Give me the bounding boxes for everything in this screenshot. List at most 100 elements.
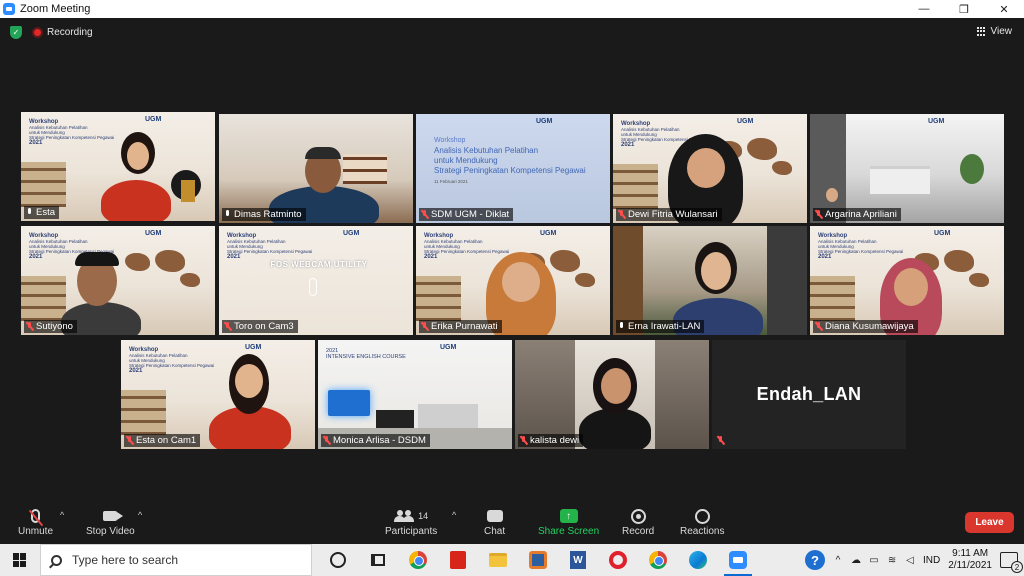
- acrobat-taskbar-app[interactable]: [438, 544, 478, 576]
- video-tile[interactable]: Dimas Ratminto: [219, 114, 413, 223]
- opera-icon: [609, 551, 627, 569]
- microphone-muted-icon: [31, 509, 40, 523]
- mic-on-icon: [618, 322, 625, 331]
- participant-name: Esta: [24, 206, 60, 219]
- edge-icon: [689, 551, 707, 569]
- chrome-icon: [649, 551, 667, 569]
- wifi-icon[interactable]: ≋: [887, 555, 897, 566]
- participant-name: kalista dewi: [518, 434, 584, 447]
- video-tile[interactable]: UGM 2021 INTENSIVE ENGLISH COURSE Monica…: [318, 340, 512, 449]
- chat-button[interactable]: Chat: [484, 506, 505, 537]
- video-tile[interactable]: UGM Argarina Apriliani: [810, 114, 1004, 223]
- media-taskbar-app[interactable]: [518, 544, 558, 576]
- meeting-controls: Unmute ^ Stop Video ^ 14 Participants ^ …: [0, 502, 1024, 544]
- video-tile-no-camera[interactable]: Endah_LAN: [712, 340, 906, 449]
- participants-button[interactable]: 14 Participants: [385, 506, 437, 537]
- taskbar-search-box[interactable]: Type here to search: [40, 544, 312, 576]
- unmute-button[interactable]: Unmute: [18, 506, 53, 537]
- maximize-button[interactable]: ❐: [944, 0, 984, 18]
- chrome-taskbar-app[interactable]: [398, 544, 438, 576]
- cloud-icon[interactable]: ☁: [851, 555, 861, 566]
- video-tile[interactable]: Erna Irawati-LAN: [613, 226, 807, 335]
- mic-muted-icon: [421, 210, 428, 219]
- clock[interactable]: 9:11 AM 2/11/2021: [948, 548, 992, 572]
- mic-muted-icon: [224, 322, 231, 331]
- task-view-button[interactable]: [358, 544, 398, 576]
- participant-name: Monica Arlisa - DSDM: [321, 434, 430, 447]
- help-icon[interactable]: ?: [805, 550, 826, 570]
- reactions-button[interactable]: Reactions: [680, 506, 724, 537]
- folder-icon: [489, 553, 507, 567]
- grid-view-icon: [976, 26, 987, 37]
- video-tile[interactable]: Workshop Analisis Kebutuhan Pelatihan untu…: [416, 226, 610, 335]
- participant-name: Toro on Cam3: [222, 320, 298, 333]
- leave-button[interactable]: Leave: [965, 512, 1014, 533]
- zoom-taskbar-app[interactable]: [718, 544, 758, 576]
- cortana-button[interactable]: [318, 544, 358, 576]
- battery-icon[interactable]: ▭: [869, 555, 879, 566]
- chevron-up-icon[interactable]: ^: [833, 555, 843, 566]
- video-tile[interactable]: Workshop Analisis Kebutuhan Pelatihan untu…: [613, 114, 807, 223]
- edge-taskbar-app[interactable]: [678, 544, 718, 576]
- mic-muted-icon: [815, 322, 822, 331]
- start-button[interactable]: [0, 544, 40, 576]
- zoom-icon: [729, 551, 747, 569]
- record-icon: [630, 508, 646, 524]
- participant-name: Dewi Fitria Wulansari: [616, 208, 722, 221]
- participant-display-name: Endah_LAN: [756, 384, 862, 404]
- video-tile[interactable]: Workshop Analisis Kebutuhan Pelatihan untu…: [219, 226, 413, 335]
- video-tile[interactable]: Workshop Analisis Kebutuhan Pelatihan untu…: [810, 226, 1004, 335]
- close-button[interactable]: ✕: [984, 0, 1024, 18]
- meeting-area: Recording View WorkshopAnalisis Kebutuha…: [0, 18, 1024, 502]
- system-tray: ? ^ ☁ ▭ ≋ ◁ IND 9:11 AM 2/11/2021 2: [805, 544, 1024, 576]
- participant-name: Diana Kusumawijaya: [813, 320, 918, 333]
- video-camera-icon: [103, 511, 124, 521]
- mic-muted-icon: [618, 210, 625, 219]
- participant-name: Esta on Cam1: [124, 434, 201, 447]
- chrome-taskbar-app-2[interactable]: [638, 544, 678, 576]
- input-language[interactable]: IND: [923, 555, 940, 566]
- video-options-caret[interactable]: ^: [138, 510, 142, 520]
- participants-options-caret[interactable]: ^: [452, 510, 456, 520]
- volume-icon[interactable]: ◁: [905, 555, 915, 566]
- mic-muted-icon: [323, 436, 330, 445]
- clock-date: 2/11/2021: [948, 560, 992, 571]
- minimize-button[interactable]: —: [904, 0, 944, 18]
- clock-time: 9:11 AM: [952, 548, 989, 559]
- video-tile[interactable]: Workshop Analisis Kebutuhan Pelatihan untu…: [21, 112, 215, 221]
- audio-options-caret[interactable]: ^: [60, 510, 64, 520]
- view-button[interactable]: View: [976, 26, 1012, 37]
- mic-muted-icon: [126, 436, 133, 445]
- record-button[interactable]: Record: [622, 506, 654, 537]
- participants-count: 14: [418, 511, 429, 521]
- notifications-icon[interactable]: 2: [1000, 552, 1023, 573]
- encryption-shield-icon[interactable]: [10, 26, 22, 39]
- video-tile[interactable]: Workshop Analisis Kebutuhan Pelatihan untu…: [121, 340, 315, 449]
- recording-icon: [32, 27, 43, 38]
- participant-name: Sutiyono: [24, 320, 77, 333]
- stop-video-button[interactable]: Stop Video: [86, 506, 135, 537]
- windows-taskbar: Type here to search W ? ^ ☁ ▭ ≋ ◁ IND 9:…: [0, 544, 1024, 576]
- participant-name: Argarina Apriliani: [813, 208, 901, 221]
- mic-muted-icon: [421, 322, 428, 331]
- mic-muted-icon: [717, 436, 724, 445]
- mic-on-icon: [224, 210, 231, 219]
- video-tile[interactable]: kalista dewi: [515, 340, 709, 449]
- video-tile[interactable]: Workshop Analisis Kebutuhan Pelatihan untu…: [21, 226, 215, 335]
- opera-taskbar-app[interactable]: [598, 544, 638, 576]
- smiley-plus-icon: [694, 508, 710, 524]
- cortana-icon: [330, 552, 346, 568]
- video-tile[interactable]: UGM Workshop Analisis Kebutuhan Pelatiha…: [416, 114, 610, 223]
- share-screen-button[interactable]: ↑ Share Screen: [538, 506, 599, 537]
- mic-muted-icon: [520, 436, 527, 445]
- participant-name: Dimas Ratminto: [222, 208, 306, 221]
- participant-name: Erna Irawati-LAN: [616, 320, 705, 333]
- word-taskbar-app[interactable]: W: [558, 544, 598, 576]
- search-placeholder: Type here to search: [72, 553, 179, 567]
- chat-bubble-icon: [486, 510, 503, 522]
- pdf-icon: [450, 551, 466, 569]
- mic-on-icon: [26, 208, 33, 217]
- search-icon: [51, 554, 62, 566]
- zoom-app-icon: [3, 3, 15, 15]
- file-explorer-taskbar-app[interactable]: [478, 544, 518, 576]
